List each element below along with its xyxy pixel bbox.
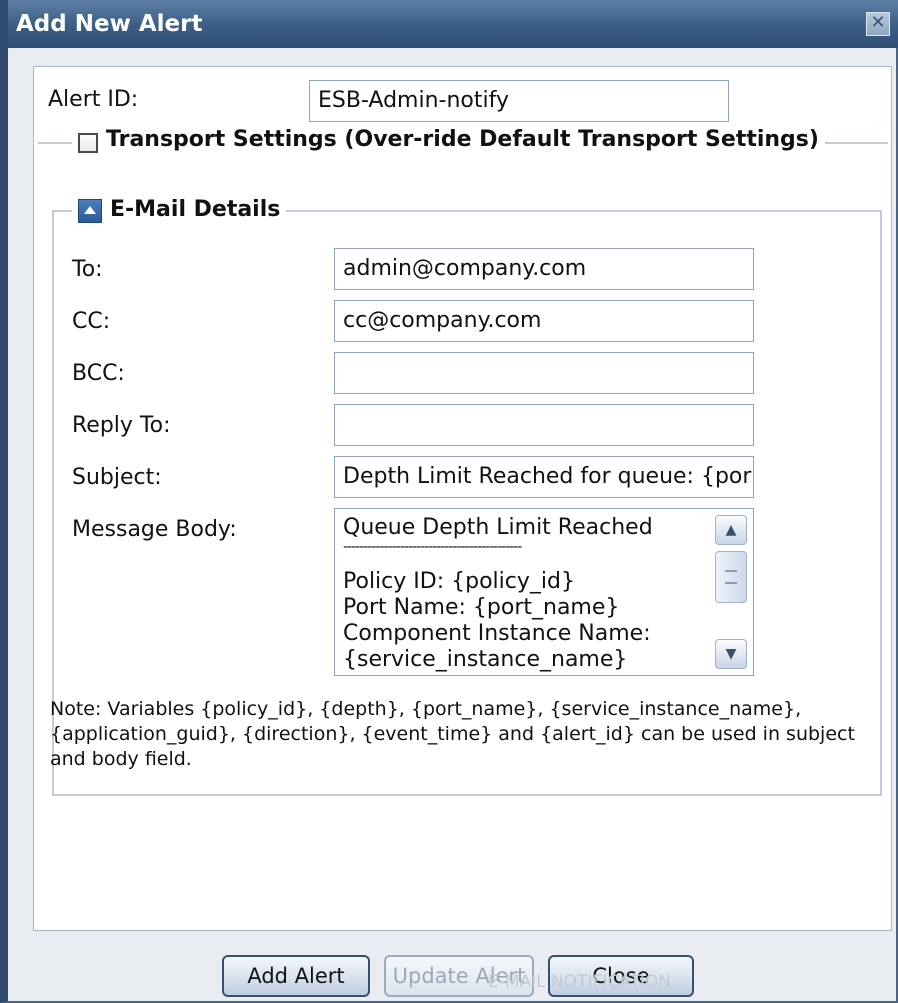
body-line: Port Name: {port_name}: [343, 595, 620, 620]
dialog-title: Add New Alert: [16, 11, 203, 37]
message-body-label: Message Body:: [72, 517, 237, 542]
body-line: ----------------------------------------…: [343, 539, 522, 555]
add-alert-button[interactable]: Add Alert: [222, 955, 370, 997]
reply-to-input[interactable]: [334, 404, 754, 446]
cc-label: CC:: [72, 309, 111, 334]
email-section-label: E-Mail Details: [110, 197, 281, 222]
transport-legend: Transport Settings (Over-ride Default Tr…: [72, 127, 825, 152]
scroll-down-icon[interactable]: ▼: [715, 639, 747, 669]
subject-label: Subject:: [72, 465, 162, 490]
body-line: Policy ID: {policy_id}: [343, 569, 575, 594]
transport-label: Transport Settings (Over-ride Default Tr…: [106, 127, 819, 152]
email-legend: E-Mail Details: [72, 197, 287, 222]
bcc-label: BCC:: [72, 361, 125, 386]
dialog-titlebar: Add New Alert: [8, 0, 898, 48]
variables-note: Note: Variables {policy_id}, {depth}, {p…: [50, 698, 855, 770]
body-scrollbar[interactable]: ▲ ▼: [715, 515, 749, 669]
to-label: To:: [72, 257, 103, 282]
alert-id-label: Alert ID:: [48, 87, 139, 112]
subject-input[interactable]: Depth Limit Reached for queue: {por: [334, 456, 754, 498]
close-icon[interactable]: ✕: [866, 12, 890, 36]
cc-input[interactable]: cc@company.com: [334, 300, 754, 342]
body-line: {service_instance_name}: [343, 647, 628, 672]
footer-ghost-text: E-MAIL NOTIFICATION: [488, 972, 672, 992]
to-input[interactable]: admin@company.com: [334, 248, 754, 290]
add-alert-dialog: Add New Alert ✕ Alert ID: ESB-Admin-noti…: [0, 0, 898, 1003]
scroll-thumb[interactable]: [715, 551, 747, 603]
bcc-input[interactable]: [334, 352, 754, 394]
reply-to-label: Reply To:: [72, 413, 171, 438]
dialog-content: Alert ID: ESB-Admin-notify Transport Set…: [33, 66, 892, 931]
collapse-icon[interactable]: [78, 199, 102, 223]
alert-id-input[interactable]: ESB-Admin-notify: [309, 80, 729, 122]
body-line: Queue Depth Limit Reached: [343, 515, 653, 540]
message-body-textarea[interactable]: Queue Depth Limit Reached --------------…: [334, 508, 754, 676]
body-line: Component Instance Name:: [343, 621, 651, 646]
transport-checkbox[interactable]: [78, 133, 98, 153]
scroll-up-icon[interactable]: ▲: [715, 515, 747, 545]
